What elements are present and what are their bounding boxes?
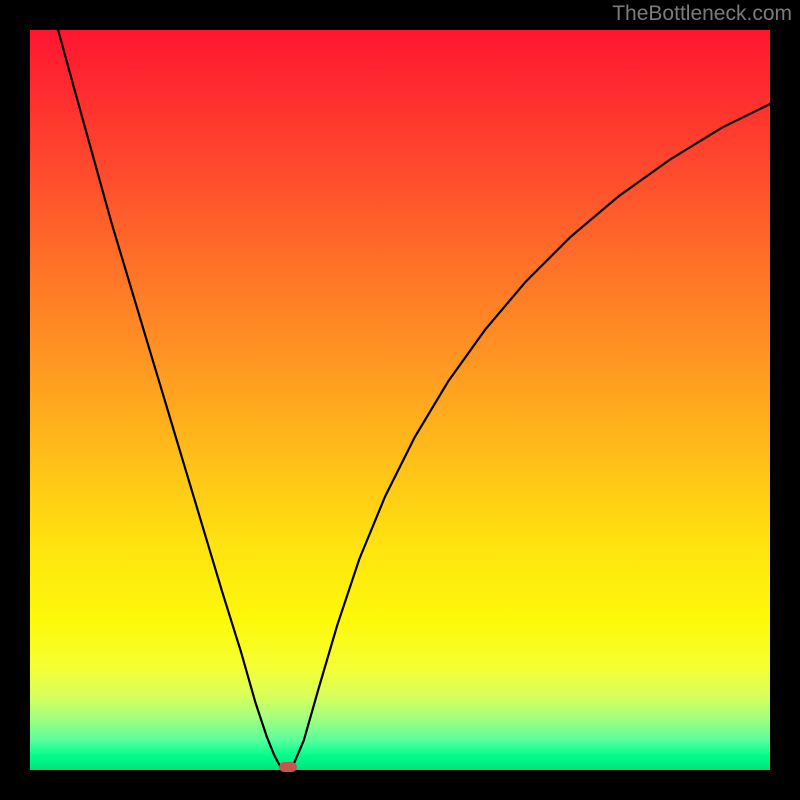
watermark-text: TheBottleneck.com bbox=[612, 2, 792, 26]
plot-area bbox=[30, 30, 770, 770]
curve-layer bbox=[30, 30, 770, 770]
right-branch-curve bbox=[293, 104, 770, 766]
chart-stage: TheBottleneck.com bbox=[0, 0, 800, 800]
left-branch-curve bbox=[58, 30, 283, 770]
bottleneck-marker bbox=[279, 762, 297, 772]
